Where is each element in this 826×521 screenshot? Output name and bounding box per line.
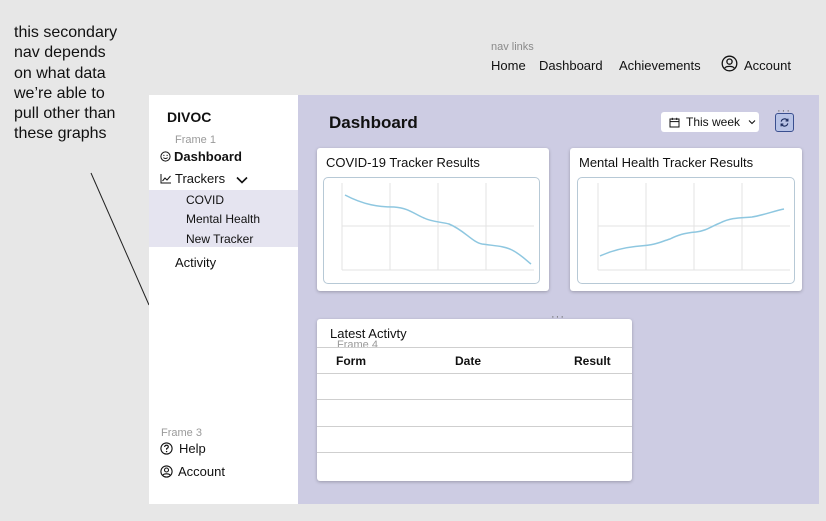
frame-label: Frame 1 bbox=[175, 134, 216, 146]
column-header-form[interactable]: Form bbox=[336, 354, 366, 368]
brand-logo: DIVOC bbox=[167, 109, 212, 125]
covid-chart bbox=[323, 177, 540, 284]
sidebar-item-help[interactable]: Help bbox=[160, 441, 206, 456]
date-range-select[interactable]: This week bbox=[661, 112, 759, 132]
latest-activity-card: Latest Activty Frame 4 Form Date Result bbox=[317, 319, 632, 481]
table-row[interactable] bbox=[317, 373, 632, 374]
help-icon bbox=[160, 442, 173, 455]
chevron-down-icon[interactable] bbox=[235, 175, 249, 185]
sidebar-item-dashboard[interactable]: Dashboard bbox=[160, 149, 242, 164]
table-row[interactable] bbox=[317, 426, 632, 427]
chart-icon bbox=[160, 174, 171, 184]
nav-home-link[interactable]: Home bbox=[491, 58, 526, 73]
chevron-down-icon bbox=[748, 120, 756, 125]
mental-health-tracker-card[interactable]: Mental Health Tracker Results bbox=[570, 148, 802, 291]
nav-achievements-link[interactable]: Achievements bbox=[619, 58, 701, 73]
column-header-date[interactable]: Date bbox=[455, 354, 481, 368]
covid-card-title: COVID-19 Tracker Results bbox=[326, 155, 480, 170]
nav-account-label: Account bbox=[744, 58, 791, 73]
mental-health-card-title: Mental Health Tracker Results bbox=[579, 155, 754, 170]
trackers-submenu: COVID Mental Health New Tracker bbox=[149, 190, 298, 247]
sidebar: DIVOC Frame 1 Dashboard Trackers COVID M… bbox=[149, 95, 298, 504]
table-row[interactable] bbox=[317, 452, 632, 453]
face-icon bbox=[160, 151, 171, 162]
sidebar-item-activity[interactable]: Activity bbox=[175, 255, 216, 270]
bottom-frame-label: Frame 3 bbox=[161, 427, 202, 439]
sidebar-item-account[interactable]: Account bbox=[160, 464, 225, 479]
date-range-value: This week bbox=[686, 115, 741, 129]
sidebar-subitem-new-tracker[interactable]: New Tracker bbox=[186, 232, 253, 246]
sidebar-item-dashboard-label: Dashboard bbox=[174, 149, 242, 164]
nav-account-link[interactable]: Account bbox=[721, 54, 791, 73]
nav-dashboard-link[interactable]: Dashboard bbox=[539, 58, 603, 73]
refresh-icon bbox=[780, 118, 789, 127]
sidebar-item-account-label: Account bbox=[178, 464, 225, 479]
account-icon bbox=[160, 465, 173, 478]
sidebar-item-help-label: Help bbox=[179, 441, 206, 456]
page-title: Dashboard bbox=[329, 113, 418, 132]
table-divider bbox=[317, 347, 632, 348]
table-row[interactable] bbox=[317, 399, 632, 400]
frame-4-label: Frame 4 bbox=[337, 339, 378, 351]
calendar-icon bbox=[669, 117, 680, 127]
column-header-result[interactable]: Result bbox=[574, 354, 611, 368]
covid-tracker-card[interactable]: COVID-19 Tracker Results bbox=[317, 148, 549, 291]
account-icon bbox=[721, 55, 738, 72]
annotation-note: this secondary nav depends on what data … bbox=[14, 24, 118, 143]
mental-health-chart-graph bbox=[597, 183, 790, 271]
nav-caption: nav links bbox=[491, 41, 534, 53]
sidebar-subitem-mental-health[interactable]: Mental Health bbox=[186, 212, 260, 226]
sidebar-item-trackers[interactable]: Trackers bbox=[160, 171, 249, 186]
sidebar-item-trackers-label: Trackers bbox=[175, 171, 226, 186]
covid-chart-graph bbox=[341, 183, 534, 271]
refresh-button[interactable] bbox=[775, 113, 794, 132]
main-panel: Dashboard This week ··· COVID-19 Tracker… bbox=[298, 95, 819, 504]
sidebar-subitem-covid[interactable]: COVID bbox=[186, 193, 224, 207]
mental-health-chart bbox=[577, 177, 795, 284]
